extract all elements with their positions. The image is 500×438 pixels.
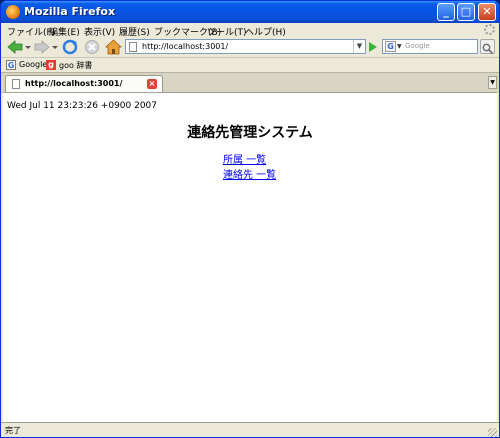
timestamp-text: Wed Jul 11 23:23:26 +0900 2007	[7, 101, 158, 111]
page-title: 連絡先管理システム	[187, 125, 313, 141]
window-title: Mozilla Firefox	[24, 5, 116, 18]
search-button[interactable]	[480, 39, 495, 55]
navigation-toolbar: http://localhost:3001/ ▼ G ▼ Google	[1, 39, 499, 57]
status-text: 完了	[5, 426, 21, 435]
menu-bar: ファイル(F) 編集(E) 表示(V) 履歴(S) ブックマーク(B) ツール(…	[1, 23, 499, 39]
minimize-button[interactable]: _	[437, 3, 455, 21]
menu-view[interactable]: 表示(V)	[84, 25, 115, 38]
back-arrow-icon[interactable]	[6, 39, 24, 55]
search-engine-icon[interactable]: G	[385, 41, 396, 52]
forward-dropdown-icon[interactable]	[51, 39, 59, 55]
goo-favicon-icon: g	[46, 60, 56, 70]
firefox-logo-icon	[6, 5, 20, 19]
throbber-icon	[484, 24, 495, 35]
menu-help[interactable]: ヘルプ(H)	[245, 25, 286, 38]
link-list: 所属 一覧 連絡先 一覧	[223, 153, 276, 183]
google-favicon-icon: G	[6, 60, 16, 70]
status-bar: 完了	[1, 422, 499, 437]
menu-history[interactable]: 履歴(S)	[119, 25, 150, 38]
search-box[interactable]: G ▼ Google	[382, 39, 478, 54]
page-content: Wed Jul 11 23:23:26 +0900 2007 連絡先管理システム…	[3, 92, 497, 423]
link-affiliation-list[interactable]: 所属 一覧	[223, 153, 276, 168]
bookmark-goo-dictionary[interactable]: goo 辞書	[59, 60, 92, 71]
close-button[interactable]: ✕	[478, 3, 496, 21]
browser-window: Mozilla Firefox _ □ ✕ ファイル(F) 編集(E) 表示(V…	[0, 0, 500, 438]
stop-icon[interactable]	[84, 39, 100, 55]
back-dropdown-icon[interactable]	[24, 39, 32, 55]
tab-page-icon	[12, 79, 20, 89]
reload-icon[interactable]	[62, 39, 79, 55]
tab-list-dropdown-icon[interactable]: ▼	[488, 76, 497, 89]
bookmarks-toolbar: G Google g goo 辞書	[1, 57, 499, 73]
go-arrow-icon[interactable]	[369, 42, 377, 52]
address-bar[interactable]: http://localhost:3001/ ▼	[125, 39, 366, 54]
menu-tools[interactable]: ツール(T)	[207, 25, 247, 38]
bookmark-google[interactable]: Google	[19, 60, 47, 69]
title-bar[interactable]: Mozilla Firefox _ □ ✕	[1, 1, 499, 23]
tab-strip: http://localhost:3001/ × ▼	[1, 72, 499, 93]
tab-active[interactable]: http://localhost:3001/ ×	[5, 75, 163, 93]
tab-close-icon[interactable]: ×	[147, 79, 157, 89]
tab-title[interactable]: http://localhost:3001/	[25, 79, 122, 88]
magnifier-icon	[482, 43, 494, 55]
link-contact-list[interactable]: 連絡先 一覧	[223, 168, 276, 183]
search-placeholder[interactable]: Google	[405, 40, 430, 53]
resize-grip-icon[interactable]	[488, 428, 497, 437]
home-icon[interactable]	[105, 39, 122, 55]
url-dropdown-icon[interactable]: ▼	[353, 40, 365, 53]
forward-arrow-icon[interactable]	[33, 39, 51, 55]
page-icon	[129, 42, 137, 52]
menu-file[interactable]: ファイル(F)	[7, 25, 55, 38]
menu-edit[interactable]: 編集(E)	[49, 25, 80, 38]
search-engine-dropdown-icon[interactable]: ▼	[397, 40, 402, 53]
url-text[interactable]: http://localhost:3001/	[142, 40, 228, 53]
maximize-button[interactable]: □	[457, 3, 475, 21]
